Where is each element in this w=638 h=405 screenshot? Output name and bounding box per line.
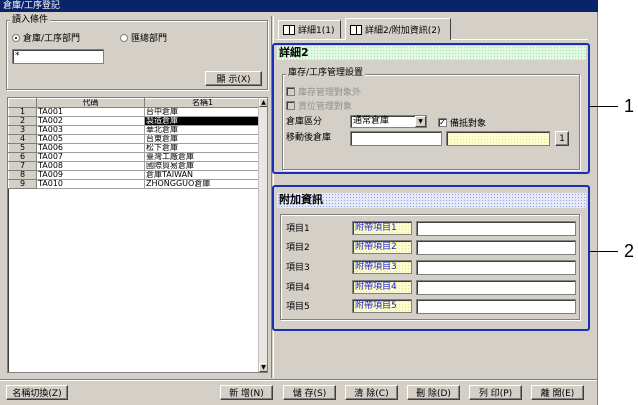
cell-code[interactable]: TA009 <box>36 170 145 180</box>
cell-code[interactable]: TA005 <box>36 134 145 144</box>
row-number: 1 <box>8 107 37 117</box>
row-number: 3 <box>8 125 37 135</box>
callout-box-1 <box>272 43 590 174</box>
filter-input[interactable]: * <box>12 49 104 64</box>
radio-warehouse-dept[interactable]: 倉庫/工序部門 <box>12 31 80 44</box>
table-header-row: 代碼 名稱1 <box>8 98 261 108</box>
tab-detail1-label: 詳細1(1) <box>298 26 335 36</box>
scroll-up-icon[interactable]: ▲ <box>259 98 267 107</box>
cell-code[interactable]: TA001 <box>36 107 145 117</box>
callout-number-1: 1 <box>624 96 635 116</box>
cell-code[interactable]: TA010 <box>36 179 145 189</box>
header-name[interactable]: 名稱1 <box>144 98 261 108</box>
cell-code[interactable]: TA003 <box>36 125 145 135</box>
radio-total-dept-label: 匯總部門 <box>131 34 168 44</box>
cell-name[interactable]: 臺灣工廠倉庫 <box>144 152 261 162</box>
footer-divider <box>0 379 597 381</box>
cell-name[interactable]: 國際貿易倉庫 <box>144 161 261 171</box>
clear-button[interactable]: 清 除(C) <box>345 385 398 400</box>
radio-warehouse-dept-label: 倉庫/工序部門 <box>23 34 81 44</box>
table-row[interactable]: 8 TA009 倉庫TAIWAN <box>8 170 261 180</box>
print-button[interactable]: 列 印(P) <box>469 385 522 400</box>
book-icon <box>283 24 295 35</box>
book-icon <box>350 24 362 35</box>
cell-code[interactable]: TA008 <box>36 161 145 171</box>
filter-legend: 讀入條件 <box>10 15 51 25</box>
warehouse-grid[interactable]: 代碼 名稱1 1 TA001 台中倉庫 2 TA002 製造倉庫 3 TA003 <box>7 97 268 373</box>
table-row[interactable]: 9 TA010 ZHONGGUO倉庫 <box>8 179 261 189</box>
row-number: 2 <box>8 116 37 126</box>
table-row[interactable]: 1 TA001 台中倉庫 <box>8 107 261 117</box>
table-row[interactable]: 7 TA008 國際貿易倉庫 <box>8 161 261 171</box>
callout-number-2: 2 <box>624 241 635 261</box>
close-button[interactable]: 離 開(E) <box>531 385 584 400</box>
display-button[interactable]: 顯 示(X) <box>205 71 262 86</box>
row-number: 8 <box>8 170 37 180</box>
cell-name[interactable]: ZHONGGUO倉庫 <box>144 179 261 189</box>
radio-selected-icon <box>12 33 20 42</box>
row-number: 4 <box>8 134 37 144</box>
callout-leader-1 <box>590 106 618 107</box>
cell-name[interactable]: 松下倉庫 <box>144 143 261 153</box>
tab-detail2-extra[interactable]: 詳細2/附加資訊(2) <box>345 18 451 40</box>
save-button[interactable]: 儲 存(S) <box>283 385 336 400</box>
table-row[interactable]: 5 TA006 松下倉庫 <box>8 143 261 153</box>
warehouse-table: 代碼 名稱1 1 TA001 台中倉庫 2 TA002 製造倉庫 3 TA003 <box>8 98 261 189</box>
table-row[interactable]: 3 TA003 華北倉庫 <box>8 125 261 135</box>
cell-name[interactable]: 台東倉庫 <box>144 134 261 144</box>
row-number: 5 <box>8 143 37 153</box>
row-number: 6 <box>8 152 37 162</box>
callout-box-2 <box>272 185 590 331</box>
cell-name[interactable]: 倉庫TAIWAN <box>144 170 261 180</box>
table-row-selected[interactable]: 2 TA002 製造倉庫 <box>8 116 261 126</box>
row-number: 9 <box>8 179 37 189</box>
grid-vertical-scrollbar[interactable]: ▲ ▼ <box>258 98 267 372</box>
corner-header <box>8 98 37 108</box>
header-code[interactable]: 代碼 <box>36 98 145 108</box>
tab-detail1[interactable]: 詳細1(1) <box>278 20 341 39</box>
callout-leader-2 <box>590 251 618 252</box>
cell-code[interactable]: TA006 <box>36 143 145 153</box>
cell-name[interactable]: 台中倉庫 <box>144 107 261 117</box>
cell-name[interactable]: 製造倉庫 <box>144 116 261 126</box>
radio-total-dept[interactable]: 匯總部門 <box>120 31 167 44</box>
table-row[interactable]: 4 TA005 台東倉庫 <box>8 134 261 144</box>
tab-detail2-label: 詳細2/附加資訊(2) <box>365 26 441 36</box>
cell-code[interactable]: TA002 <box>36 116 145 126</box>
delete-button[interactable]: 刪 除(D) <box>407 385 460 400</box>
cell-code[interactable]: TA007 <box>36 152 145 162</box>
rename-toggle-button[interactable]: 名稱切換(Z) <box>6 385 68 400</box>
row-number: 7 <box>8 161 37 171</box>
scroll-down-icon[interactable]: ▼ <box>259 363 267 372</box>
radio-unselected-icon <box>120 33 128 42</box>
cell-name[interactable]: 華北倉庫 <box>144 125 261 135</box>
window-title: 倉庫/工序登記 <box>0 0 598 12</box>
table-row[interactable]: 6 TA007 臺灣工廠倉庫 <box>8 152 261 162</box>
new-button[interactable]: 新 增(N) <box>220 385 273 400</box>
